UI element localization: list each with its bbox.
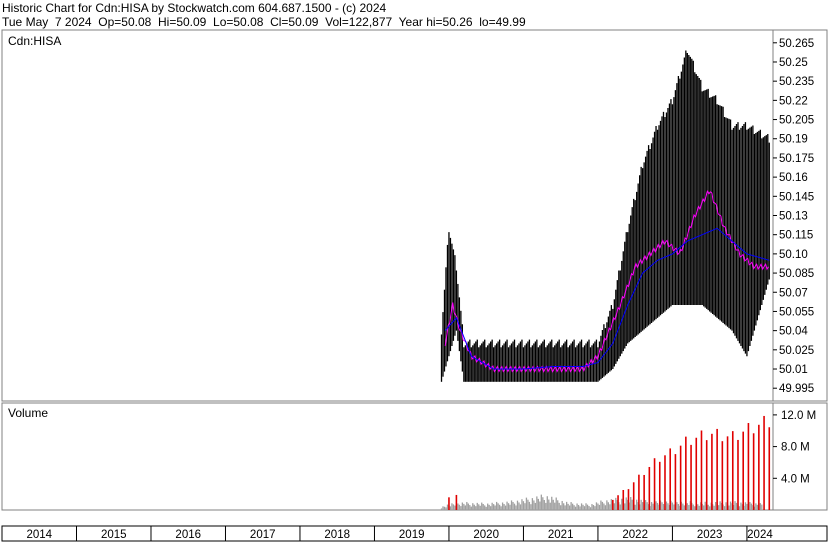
year-label: 2018 — [324, 529, 350, 541]
price-tick-label: 50.07 — [779, 287, 808, 299]
price-tick-label: 50.265 — [779, 38, 814, 50]
year-label: 2024 — [747, 529, 773, 541]
price-tick-label: 50.22 — [779, 95, 808, 107]
price-panel: 50.265 50.25 50.235 50.22 50.205 50.19 50.175 5… — [1, 29, 828, 402]
price-tick-label: 50.145 — [779, 191, 814, 203]
price-tick-label: 50.01 — [779, 364, 808, 376]
price-tick-label: 50.25 — [779, 57, 808, 69]
price-panel-label: Cdn:HISA — [8, 34, 61, 48]
year-label: 2019 — [399, 529, 425, 541]
year-label: 2020 — [473, 529, 499, 541]
price-tick-label: 50.235 — [779, 76, 814, 88]
price-tick-label: 50.085 — [779, 268, 814, 280]
year-label: 2023 — [697, 529, 723, 541]
price-tick-label: 50.175 — [779, 153, 814, 165]
price-tick-label: 50.16 — [779, 172, 808, 184]
volume-tick-label: 4.0 M — [781, 473, 810, 485]
volume-tick-label: 12.0 M — [781, 410, 816, 422]
volume-panel-frame — [1, 402, 828, 511]
volume-panel-label: Volume — [8, 406, 48, 420]
volume-panel: 12.0 M 8.0 M 4.0 M — [1, 402, 828, 511]
price-tick-label: 50.10 — [779, 249, 808, 261]
year-label: 2016 — [175, 529, 201, 541]
price-tick-label: 50.115 — [779, 230, 813, 242]
price-tick-label: 50.055 — [779, 306, 814, 318]
price-tick-label: 50.025 — [779, 345, 814, 357]
stock-chart: 50.265 50.25 50.235 50.22 50.205 50.19 50.175 5… — [1, 29, 828, 542]
price-tick-label: 49.995 — [779, 383, 814, 395]
year-label: 2021 — [548, 529, 574, 541]
year-label: 2015 — [101, 529, 127, 541]
price-tick-label: 50.13 — [779, 211, 808, 223]
x-axis-panel: 2014 2015 2016 2017 2018 2019 2020 2021 2022 2023… — [1, 525, 828, 542]
volume-tick-label: 8.0 M — [781, 442, 810, 454]
year-label: 2014 — [26, 529, 52, 541]
price-tick-label: 50.04 — [779, 326, 808, 338]
price-tick-label: 50.205 — [779, 115, 814, 127]
year-label: 2017 — [250, 529, 276, 541]
year-label: 2022 — [622, 529, 648, 541]
price-tick-label: 50.19 — [779, 134, 808, 146]
